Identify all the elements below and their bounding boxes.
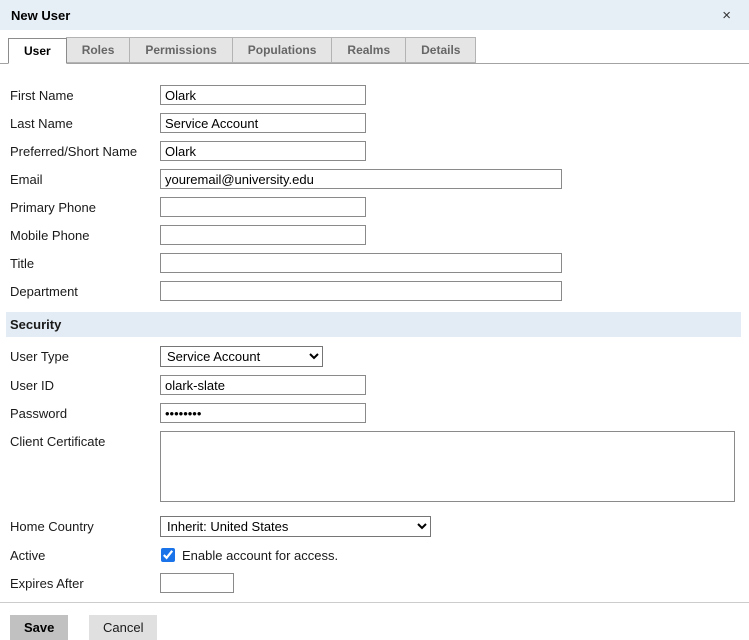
preferred-short-name-input[interactable] (160, 141, 366, 161)
tab-details[interactable]: Details (405, 37, 477, 63)
home-country-label: Home Country (10, 519, 94, 534)
password-row: Password (10, 403, 749, 423)
last-name-label: Last Name (10, 115, 73, 131)
title-input[interactable] (160, 253, 562, 273)
active-checkbox-wrap: Enable account for access. (160, 548, 338, 563)
primary-phone-row: Primary Phone (10, 197, 749, 217)
user-id-label: User ID (10, 377, 55, 393)
client-certificate-textarea[interactable] (160, 431, 735, 502)
primary-phone-input[interactable] (160, 197, 366, 217)
active-checkbox-label: Enable account for access. (182, 547, 339, 563)
user-form: First Name Last Name Preferred/Short Nam… (0, 64, 749, 593)
last-name-row: Last Name (10, 113, 749, 133)
active-row: Active Enable account for access. (10, 545, 749, 565)
tab-bar: User Roles Permissions Populations Realm… (0, 30, 749, 64)
tab-populations[interactable]: Populations (231, 37, 333, 63)
mobile-phone-row: Mobile Phone (10, 225, 749, 245)
active-checkbox[interactable] (161, 548, 175, 562)
cancel-button[interactable]: Cancel (89, 615, 158, 640)
user-type-label: User Type (10, 349, 70, 364)
department-label: Department (10, 283, 78, 299)
home-country-row: Home Country Inherit: United States (10, 516, 749, 537)
mobile-phone-label: Mobile Phone (10, 227, 90, 243)
department-row: Department (10, 281, 749, 301)
first-name-input[interactable] (160, 85, 366, 105)
dialog-title: New User (11, 7, 71, 23)
department-input[interactable] (160, 281, 562, 301)
title-label: Title (10, 255, 35, 271)
first-name-row: First Name (10, 85, 749, 105)
client-certificate-row: Client Certificate (10, 431, 749, 502)
password-label: Password (10, 405, 68, 421)
user-id-row: User ID (10, 375, 749, 395)
preferred-short-name-row: Preferred/Short Name (10, 141, 749, 161)
home-country-select[interactable]: Inherit: United States (160, 516, 431, 537)
email-input[interactable] (160, 169, 562, 189)
title-row: Title (10, 253, 749, 273)
tab-realms[interactable]: Realms (331, 37, 407, 63)
tab-roles[interactable]: Roles (65, 37, 131, 63)
tab-permissions[interactable]: Permissions (129, 37, 233, 63)
active-label: Active (10, 547, 46, 563)
preferred-short-name-label: Preferred/Short Name (10, 143, 138, 159)
save-button[interactable]: Save (10, 615, 69, 640)
security-section-heading: Security (6, 312, 741, 337)
password-input[interactable] (160, 403, 366, 423)
primary-phone-label: Primary Phone (10, 199, 96, 215)
client-certificate-label: Client Certificate (10, 434, 106, 449)
expires-after-input[interactable] (160, 573, 234, 593)
dialog-footer: Save Cancel (0, 602, 749, 640)
tab-user[interactable]: User (8, 38, 67, 64)
close-icon[interactable]: × (718, 6, 735, 25)
email-label: Email (10, 171, 43, 187)
user-type-select[interactable]: Service Account (160, 346, 323, 367)
dialog-header: New User × (0, 0, 749, 30)
expires-after-label: Expires After (10, 575, 84, 591)
mobile-phone-input[interactable] (160, 225, 366, 245)
user-id-input[interactable] (160, 375, 366, 395)
last-name-input[interactable] (160, 113, 366, 133)
expires-after-row: Expires After (10, 573, 749, 593)
first-name-label: First Name (10, 87, 74, 103)
user-type-row: User Type Service Account (10, 346, 749, 367)
email-row: Email (10, 169, 749, 189)
